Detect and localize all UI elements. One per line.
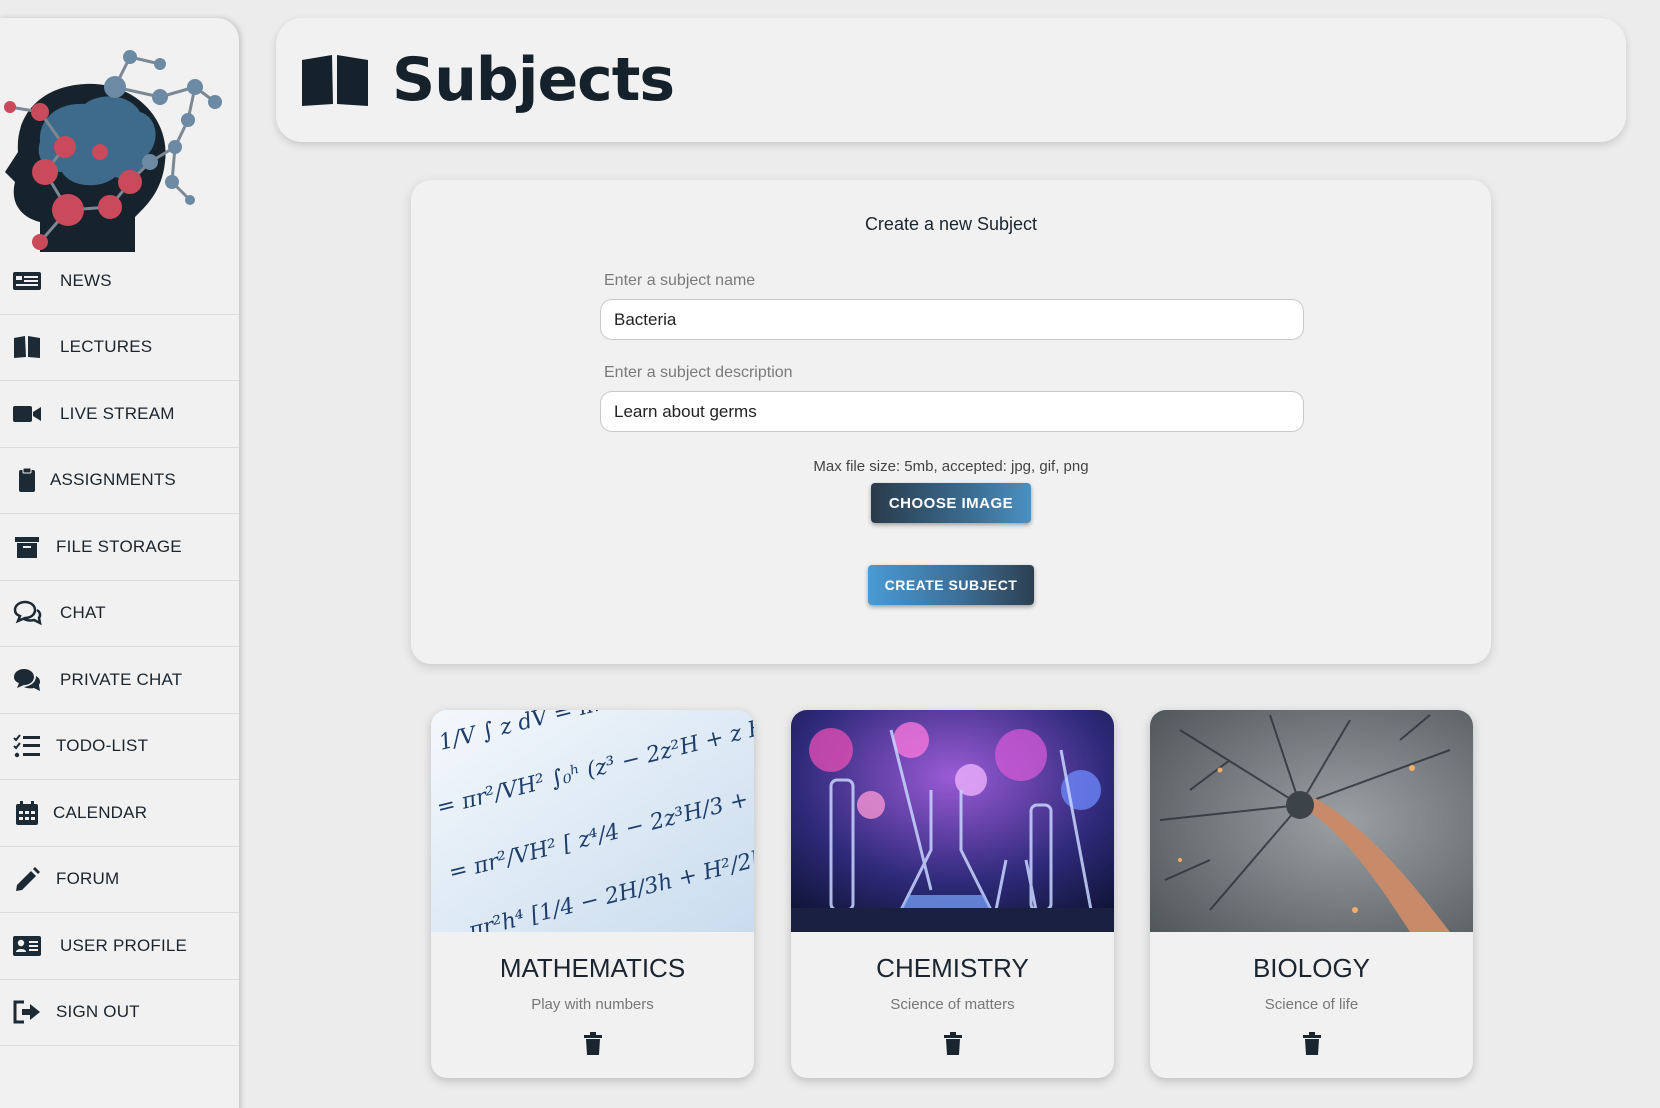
pencil-icon (10, 865, 44, 893)
sidebar-item-label: CALENDAR (53, 802, 148, 822)
sidebar-item-todo-list[interactable]: TODO-LIST (0, 714, 239, 780)
sidebar-item-user-profile[interactable]: USER PROFILE (0, 913, 239, 980)
id-card-icon (10, 932, 44, 960)
brain-network-logo (0, 32, 230, 252)
page-title: Subjects (392, 45, 675, 115)
sidebar-item-label: FILE STORAGE (56, 536, 182, 556)
subject-description-input[interactable] (600, 391, 1304, 432)
sidebar-item-label: LECTURES (60, 337, 153, 357)
calendar-icon (10, 799, 44, 827)
archive-box-icon (10, 533, 44, 561)
subject-name-label: Enter a subject name (604, 272, 756, 289)
choose-image-button[interactable]: CHOOSE IMAGE (871, 483, 1031, 523)
sidebar-item-chat[interactable]: CHAT (0, 581, 239, 647)
sign-out-icon (10, 998, 44, 1026)
private-chat-icon (10, 666, 44, 694)
sidebar-item-lectures[interactable]: LECTURES (0, 315, 239, 381)
create-subject-button[interactable]: CREATE SUBJECT (868, 565, 1034, 605)
sidebar-item-label: PRIVATE CHAT (60, 669, 183, 689)
sidebar-item-live-stream[interactable]: LIVE STREAM (0, 381, 239, 448)
sidebar: NEWS LECTURES LIVE STREAM ASSIGNMENTS FI… (0, 18, 239, 1108)
biology-image (1150, 710, 1473, 932)
sidebar-item-label: CHAT (60, 603, 106, 623)
subject-description-label: Enter a subject description (604, 364, 793, 381)
subject-card-biology[interactable]: BIOLOGY Science of life (1150, 710, 1473, 1078)
sidebar-nav: NEWS LECTURES LIVE STREAM ASSIGNMENTS FI… (0, 248, 239, 1046)
sidebar-item-label: TODO-LIST (56, 736, 149, 756)
subject-description: Science of life (1264, 996, 1359, 1013)
subject-name: CHEMISTRY (876, 953, 1029, 983)
trash-icon[interactable] (1302, 1032, 1322, 1056)
sidebar-item-label: USER PROFILE (60, 935, 188, 955)
sidebar-item-label: FORUM (56, 869, 120, 889)
clipboard-icon (10, 466, 44, 494)
file-size-note: Max file size: 5mb, accepted: jpg, gif, … (813, 458, 1089, 475)
subject-name: BIOLOGY (1252, 953, 1371, 983)
sidebar-item-label: LIVE STREAM (60, 403, 175, 423)
sidebar-item-calendar[interactable]: CALENDAR (0, 780, 239, 847)
newspaper-icon (10, 267, 44, 295)
book-open-icon (10, 333, 44, 361)
book-open-icon (300, 52, 370, 108)
sidebar-item-private-chat[interactable]: PRIVATE CHAT (0, 647, 239, 714)
sidebar-item-news[interactable]: NEWS (0, 248, 239, 315)
sidebar-item-label: NEWS (60, 270, 112, 290)
subject-card-mathematics[interactable]: 1/V ∫ z dV = πr²/VH² ∫₀ʰ = πr²/VH² ∫₀ʰ (… (431, 710, 754, 1078)
page-header: Subjects (276, 18, 1626, 142)
subject-name: MATHEMATICS (499, 953, 686, 983)
sidebar-item-file-storage[interactable]: FILE STORAGE (0, 514, 239, 581)
sidebar-item-label: ASSIGNMENTS (50, 470, 176, 490)
trash-icon[interactable] (583, 1032, 603, 1056)
sidebar-item-assignments[interactable]: ASSIGNMENTS (0, 448, 239, 514)
sidebar-item-label: SIGN OUT (56, 1002, 140, 1022)
mathematics-image: 1/V ∫ z dV = πr²/VH² ∫₀ʰ = πr²/VH² ∫₀ʰ (… (431, 710, 754, 932)
sidebar-item-sign-out[interactable]: SIGN OUT (0, 980, 239, 1046)
video-camera-icon (10, 400, 44, 428)
subject-card-chemistry[interactable]: CHEMISTRY Science of matters (791, 710, 1114, 1078)
subject-description: Science of matters (890, 996, 1015, 1013)
chat-bubbles-icon (10, 599, 44, 627)
subject-name-input[interactable] (600, 299, 1304, 340)
form-title: Create a new Subject (864, 214, 1038, 234)
subject-description: Play with numbers (531, 996, 654, 1013)
trash-icon[interactable] (943, 1032, 963, 1056)
sidebar-item-forum[interactable]: FORUM (0, 847, 239, 913)
create-subject-form: Create a new Subject Enter a subject nam… (411, 180, 1491, 664)
tasks-list-icon (10, 732, 44, 760)
chemistry-image (791, 710, 1114, 932)
